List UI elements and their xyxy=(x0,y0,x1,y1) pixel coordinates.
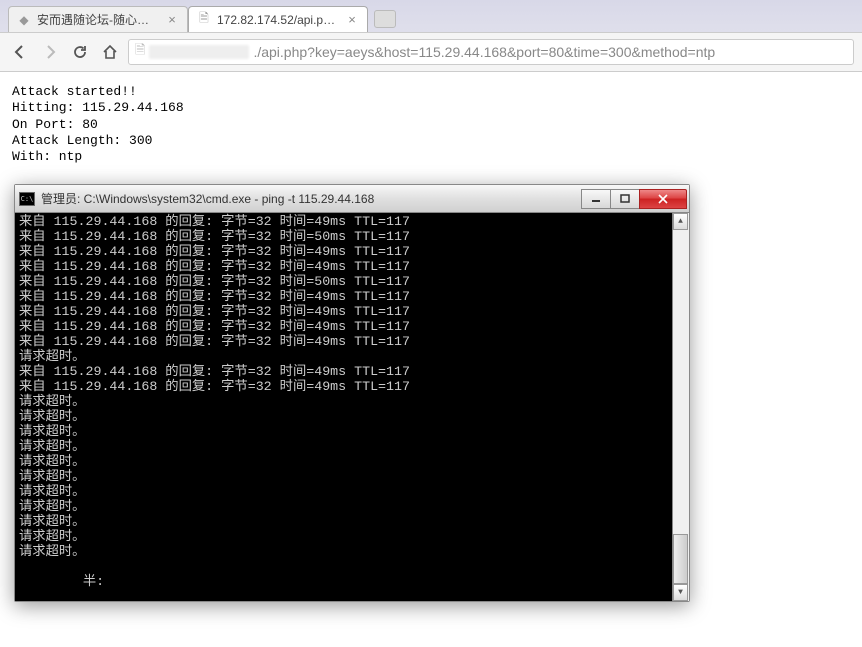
tab-title: 172.82.174.52/api.php?k xyxy=(217,13,339,27)
browser-chrome: ◆ 安而遇随论坛-随心而为,随 × 🗎 172.82.174.52/api.ph… xyxy=(0,0,862,72)
browser-toolbar: 🗎 ./api.php?key=aeys&host=115.29.44.168&… xyxy=(0,32,862,72)
tab-title: 安而遇随论坛-随心而为,随 xyxy=(37,11,159,28)
favicon-icon: 🗎 xyxy=(197,13,211,27)
tab-strip: ◆ 安而遇随论坛-随心而为,随 × 🗎 172.82.174.52/api.ph… xyxy=(0,0,862,32)
browser-tab-1[interactable]: 🗎 172.82.174.52/api.php?k × xyxy=(188,6,368,32)
cmd-icon: C:\ xyxy=(19,192,35,206)
output-line: Attack started!! xyxy=(12,84,850,100)
forward-button[interactable] xyxy=(38,40,62,64)
scrollbar[interactable]: ▲ ▼ xyxy=(672,213,689,601)
maximize-button[interactable] xyxy=(610,189,640,209)
close-button[interactable] xyxy=(639,189,687,209)
reload-button[interactable] xyxy=(68,40,92,64)
page-icon: 🗎 xyxy=(135,41,145,63)
browser-tab-0[interactable]: ◆ 安而遇随论坛-随心而为,随 × xyxy=(8,6,188,32)
url-blurred-segment xyxy=(149,45,249,59)
home-button[interactable] xyxy=(98,40,122,64)
new-tab-button[interactable] xyxy=(374,10,396,28)
minimize-button[interactable] xyxy=(581,189,611,209)
favicon-icon: ◆ xyxy=(17,13,31,27)
output-line: Attack Length: 300 xyxy=(12,133,850,149)
cmd-output: 来自 115.29.44.168 的回复: 字节=32 时间=49ms TTL=… xyxy=(15,213,689,601)
cmd-titlebar[interactable]: C:\ 管理员: C:\Windows\system32\cmd.exe - p… xyxy=(15,185,689,213)
close-tab-icon[interactable]: × xyxy=(165,13,179,27)
cmd-text: 来自 115.29.44.168 的回复: 字节=32 时间=49ms TTL=… xyxy=(19,214,410,589)
page-body: Attack started!! Hitting: 115.29.44.168 … xyxy=(0,72,862,177)
url-text: ./api.php?key=aeys&host=115.29.44.168&po… xyxy=(253,44,715,60)
back-button[interactable] xyxy=(8,40,32,64)
close-tab-icon[interactable]: × xyxy=(345,13,359,27)
scroll-down-button[interactable]: ▼ xyxy=(673,584,688,601)
cmd-window[interactable]: C:\ 管理员: C:\Windows\system32\cmd.exe - p… xyxy=(14,184,690,602)
scroll-thumb[interactable] xyxy=(673,534,688,584)
scroll-up-button[interactable]: ▲ xyxy=(673,213,688,230)
output-line: Hitting: 115.29.44.168 xyxy=(12,100,850,116)
window-controls xyxy=(582,189,687,209)
cmd-title: 管理员: C:\Windows\system32\cmd.exe - ping … xyxy=(41,190,582,207)
output-line: With: ntp xyxy=(12,149,850,165)
output-line: On Port: 80 xyxy=(12,117,850,133)
address-bar[interactable]: 🗎 ./api.php?key=aeys&host=115.29.44.168&… xyxy=(128,39,854,65)
